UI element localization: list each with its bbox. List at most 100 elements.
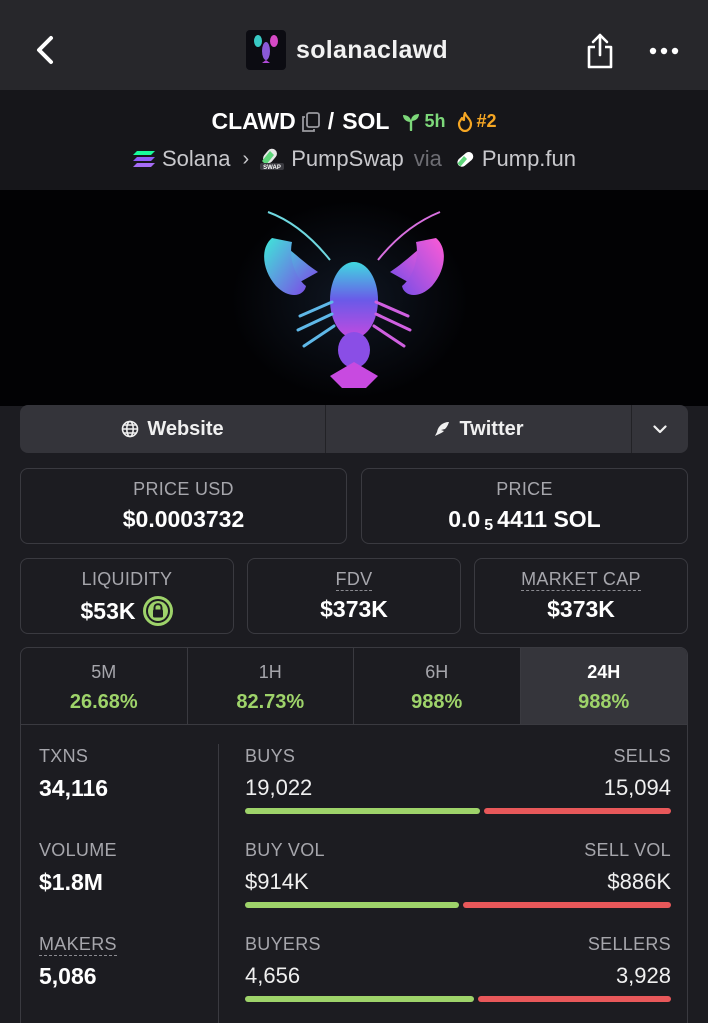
more-icon [649, 47, 679, 55]
share-icon [587, 33, 613, 69]
liquidity-label: LIQUIDITY [81, 569, 173, 589]
tab-1h-label: 1H [258, 662, 282, 682]
lobster-image [264, 211, 444, 388]
launchpad-link[interactable]: Pump.fun [482, 146, 576, 172]
volume-stat: VOLUME $1.8M [39, 840, 219, 934]
liquidity-row: $53K [21, 596, 233, 626]
price-usd-label: PRICE USD [133, 479, 234, 499]
txns-label: TXNS [39, 746, 89, 766]
dex-badge-text: SWAP [263, 165, 281, 171]
chain-link[interactable]: Solana [162, 146, 231, 172]
globe-icon [121, 420, 139, 438]
token-avatar [246, 30, 286, 70]
sellers-bar [477, 996, 671, 1002]
feather-icon [433, 420, 451, 438]
quote-symbol: SOL [342, 108, 390, 134]
twitter-button[interactable]: Twitter [326, 405, 632, 453]
txns-split-values: 19,022 15,094 [245, 775, 671, 801]
makers-label-wrap: MAKERS [39, 934, 219, 956]
pair-line: CLAWD / SOL 5h #2 [0, 108, 708, 135]
tab-5m-change: 26.68% [69, 691, 138, 713]
stats-totals: TXNS 34,116 VOLUME $1.8M MAKERS 5,086 [39, 746, 219, 1023]
liquidity-value: $53K [80, 597, 136, 624]
price-native-label: PRICE [496, 479, 553, 499]
makers-stat: MAKERS 5,086 [39, 934, 219, 1023]
tab-24h[interactable]: 24H 988% [520, 648, 687, 724]
sells-value: 15,094 [603, 775, 671, 800]
txns-ratio-bar [245, 808, 671, 814]
makers-split: BUYERS SELLERS 4,656 3,928 [245, 934, 671, 1023]
makers-label[interactable]: MAKERS [39, 934, 117, 956]
market-cap-card: MARKET CAP $373K [474, 558, 688, 634]
tab-1h[interactable]: 1H 82.73% [188, 648, 354, 724]
market-cap-label[interactable]: MARKET CAP [521, 569, 641, 591]
base-symbol: CLAWD [211, 108, 296, 134]
copy-icon[interactable] [301, 111, 320, 132]
buys-label: BUYS [245, 746, 296, 766]
page-title: solanaclawd [296, 35, 448, 64]
more-links-button[interactable] [632, 405, 688, 453]
stats-panel: 5M 26.68% 1H 82.73% 6H 988% 24H 988% TXN… [20, 647, 688, 1023]
tab-24h-change: 988% [578, 691, 630, 713]
dex-link[interactable]: PumpSwap [291, 146, 404, 172]
price-native-card: PRICE 0.0 5 4411 SOL [361, 468, 688, 544]
tab-5m[interactable]: 5M 26.68% [21, 648, 188, 724]
price-native-value: 0.0 5 4411 SOL [362, 506, 687, 534]
tab-6h-change: 988% [411, 691, 463, 713]
website-label: Website [147, 417, 224, 440]
sellers-value: 3,928 [615, 963, 671, 988]
stats-splits: BUYS SELLS 19,022 15,094 BUY VOL SELL VO… [245, 746, 671, 1023]
makers-ratio-bar [245, 996, 671, 1002]
price-native-prefix: 0.0 [448, 506, 481, 532]
token-banner [0, 190, 708, 406]
pumpswap-icon: SWAP [259, 147, 285, 171]
via-label: via [413, 146, 442, 171]
website-button[interactable]: Website [20, 405, 326, 453]
fdv-label-wrap: FDV [248, 569, 460, 591]
buy-vol-label: BUY VOL [245, 840, 325, 860]
txns-split: BUYS SELLS 19,022 15,094 [245, 746, 671, 840]
token-title: solanaclawd [246, 30, 448, 70]
back-button[interactable] [28, 30, 62, 70]
price-native-zero-count: 5 [484, 516, 494, 534]
more-options-button[interactable] [644, 36, 684, 66]
buyers-label: BUYERS [245, 934, 321, 954]
share-button[interactable] [582, 30, 618, 72]
txns-stat: TXNS 34,116 [39, 746, 219, 840]
buyers-value: 4,656 [245, 963, 301, 988]
volume-value: $1.8M [39, 869, 103, 895]
pair-age: 5h [401, 111, 445, 132]
tab-5m-label: 5M [91, 662, 117, 682]
fdv-label[interactable]: FDV [335, 569, 373, 591]
volume-ratio-bar [245, 902, 671, 908]
chain-breadcrumb: Solana › SWAP PumpSwap via Pump.fun [0, 146, 708, 172]
sells-label: SELLS [613, 746, 671, 766]
sell-vol-value: $886K [607, 869, 671, 894]
liquidity-card: LIQUIDITY $53K [20, 558, 234, 634]
top-bar: solanaclawd [0, 0, 708, 90]
price-usd-card: PRICE USD $0.0003732 [20, 468, 347, 544]
buyers-bar [245, 996, 474, 1002]
chevron-right-icon: › [242, 147, 250, 170]
makers-value: 5,086 [39, 963, 97, 989]
pair-separator: / [327, 108, 335, 134]
makers-split-labels: BUYERS SELLERS [245, 934, 671, 955]
timeframe-tabs: 5M 26.68% 1H 82.73% 6H 988% 24H 988% [21, 648, 687, 725]
makers-split-values: 4,656 3,928 [245, 963, 671, 989]
tab-6h[interactable]: 6H 988% [354, 648, 521, 724]
tab-24h-label: 24H [587, 662, 621, 682]
tab-1h-change: 82.73% [236, 691, 305, 713]
social-links: Website Twitter [20, 405, 688, 453]
solana-icon [132, 149, 156, 169]
chevron-down-icon [653, 424, 667, 433]
volume-label: VOLUME [39, 840, 117, 860]
lock-icon[interactable] [143, 596, 174, 626]
pill-icon [454, 148, 476, 170]
sell-vol-label: SELL VOL [584, 840, 671, 860]
price-usd-value: $0.0003732 [122, 506, 245, 532]
buys-bar [245, 808, 481, 814]
pair-age-label: 5h [424, 111, 446, 131]
trending-rank-label: #2 [476, 111, 497, 131]
price-native-rest: 4411 SOL [497, 506, 601, 532]
volume-split-labels: BUY VOL SELL VOL [245, 840, 671, 861]
